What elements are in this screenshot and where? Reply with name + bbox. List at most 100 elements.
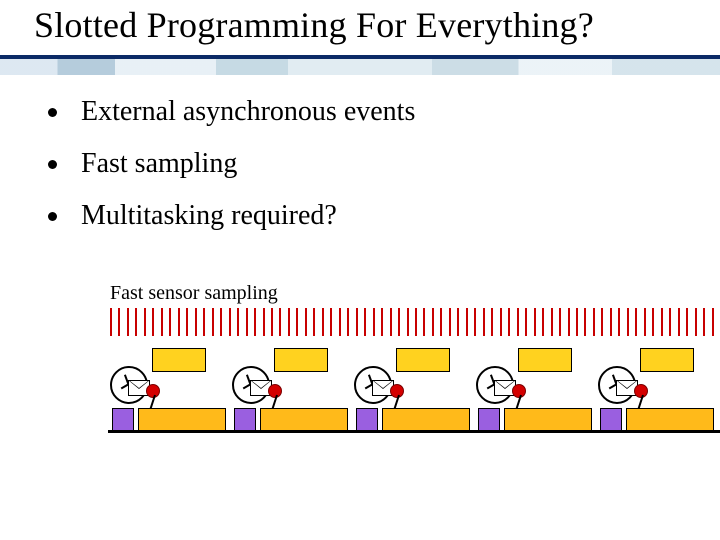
diagram-caption: Fast sensor sampling: [110, 282, 278, 305]
tick-icon: [474, 308, 476, 336]
tick-icon: [313, 308, 315, 336]
tick-icon: [576, 308, 578, 336]
bullet-text: External asynchronous events: [81, 96, 415, 128]
sampling-ticks: [110, 308, 720, 338]
tick-icon: [263, 308, 265, 336]
tick-icon: [381, 308, 383, 336]
tick-icon: [229, 308, 231, 336]
tick-icon: [517, 308, 519, 336]
message-marker: [372, 366, 394, 398]
tick-icon: [373, 308, 375, 336]
tick-icon: [305, 308, 307, 336]
pin-icon: [146, 384, 160, 398]
tick-icon: [584, 308, 586, 336]
tick-icon: [279, 308, 281, 336]
task-block-purple: [112, 408, 134, 432]
pin-icon: [634, 384, 648, 398]
task-block-top: [274, 348, 328, 372]
tick-icon: [618, 308, 620, 336]
tick-icon: [627, 308, 629, 336]
tick-icon: [322, 308, 324, 336]
bullet-icon: [48, 160, 57, 169]
tick-icon: [152, 308, 154, 336]
message-marker: [616, 366, 638, 398]
message-marker: [250, 366, 272, 398]
time-axis: [108, 430, 720, 433]
tick-icon: [703, 308, 705, 336]
slide: Slotted Programming For Everything? Exte…: [0, 0, 720, 540]
tick-icon: [678, 308, 680, 336]
tick-icon: [559, 308, 561, 336]
tick-icon: [195, 308, 197, 336]
tick-icon: [415, 308, 417, 336]
tick-icon: [593, 308, 595, 336]
tick-icon: [237, 308, 239, 336]
task-block-bottom: [260, 408, 348, 432]
tick-icon: [220, 308, 222, 336]
tick-icon: [483, 308, 485, 336]
tick-icon: [390, 308, 392, 336]
task-block-bottom: [504, 408, 592, 432]
tick-icon: [457, 308, 459, 336]
tick-icon: [271, 308, 273, 336]
tick-icon: [212, 308, 214, 336]
tick-icon: [432, 308, 434, 336]
decor-strip: [0, 59, 720, 75]
time-slot: [354, 338, 474, 430]
task-block-bottom: [138, 408, 226, 432]
message-marker: [494, 366, 516, 398]
tick-icon: [347, 308, 349, 336]
tick-icon: [652, 308, 654, 336]
tick-icon: [525, 308, 527, 336]
time-slot: [598, 338, 718, 430]
task-block-purple: [478, 408, 500, 432]
pin-icon: [390, 384, 404, 398]
tick-icon: [356, 308, 358, 336]
list-item: Multitasking required?: [48, 200, 415, 232]
tick-icon: [161, 308, 163, 336]
task-block-bottom: [382, 408, 470, 432]
task-block-purple: [356, 408, 378, 432]
tick-icon: [542, 308, 544, 336]
task-block-top: [640, 348, 694, 372]
time-slot: [110, 338, 230, 430]
tick-icon: [695, 308, 697, 336]
tick-icon: [254, 308, 256, 336]
tick-icon: [110, 308, 112, 336]
tick-icon: [288, 308, 290, 336]
tick-icon: [508, 308, 510, 336]
task-block-bottom: [626, 408, 714, 432]
tick-icon: [669, 308, 671, 336]
tick-icon: [534, 308, 536, 336]
tick-icon: [440, 308, 442, 336]
list-item: Fast sampling: [48, 148, 415, 180]
tick-icon: [686, 308, 688, 336]
slide-title: Slotted Programming For Everything?: [34, 4, 594, 46]
tick-icon: [644, 308, 646, 336]
tick-icon: [712, 308, 714, 336]
tick-icon: [296, 308, 298, 336]
bullet-icon: [48, 212, 57, 221]
tick-icon: [551, 308, 553, 336]
tick-icon: [178, 308, 180, 336]
task-block-purple: [234, 408, 256, 432]
tick-icon: [407, 308, 409, 336]
bullet-text: Fast sampling: [81, 148, 237, 180]
tick-icon: [635, 308, 637, 336]
tick-icon: [491, 308, 493, 336]
time-slot: [232, 338, 352, 430]
task-block-top: [518, 348, 572, 372]
tick-icon: [330, 308, 332, 336]
tick-icon: [364, 308, 366, 336]
task-block-top: [396, 348, 450, 372]
tick-icon: [568, 308, 570, 336]
tick-icon: [339, 308, 341, 336]
tick-icon: [398, 308, 400, 336]
tick-icon: [186, 308, 188, 336]
task-block-purple: [600, 408, 622, 432]
tick-icon: [500, 308, 502, 336]
timeline-diagram: t: [80, 308, 700, 438]
bullet-text: Multitasking required?: [81, 200, 337, 232]
bullet-icon: [48, 108, 57, 117]
list-item: External asynchronous events: [48, 96, 415, 128]
